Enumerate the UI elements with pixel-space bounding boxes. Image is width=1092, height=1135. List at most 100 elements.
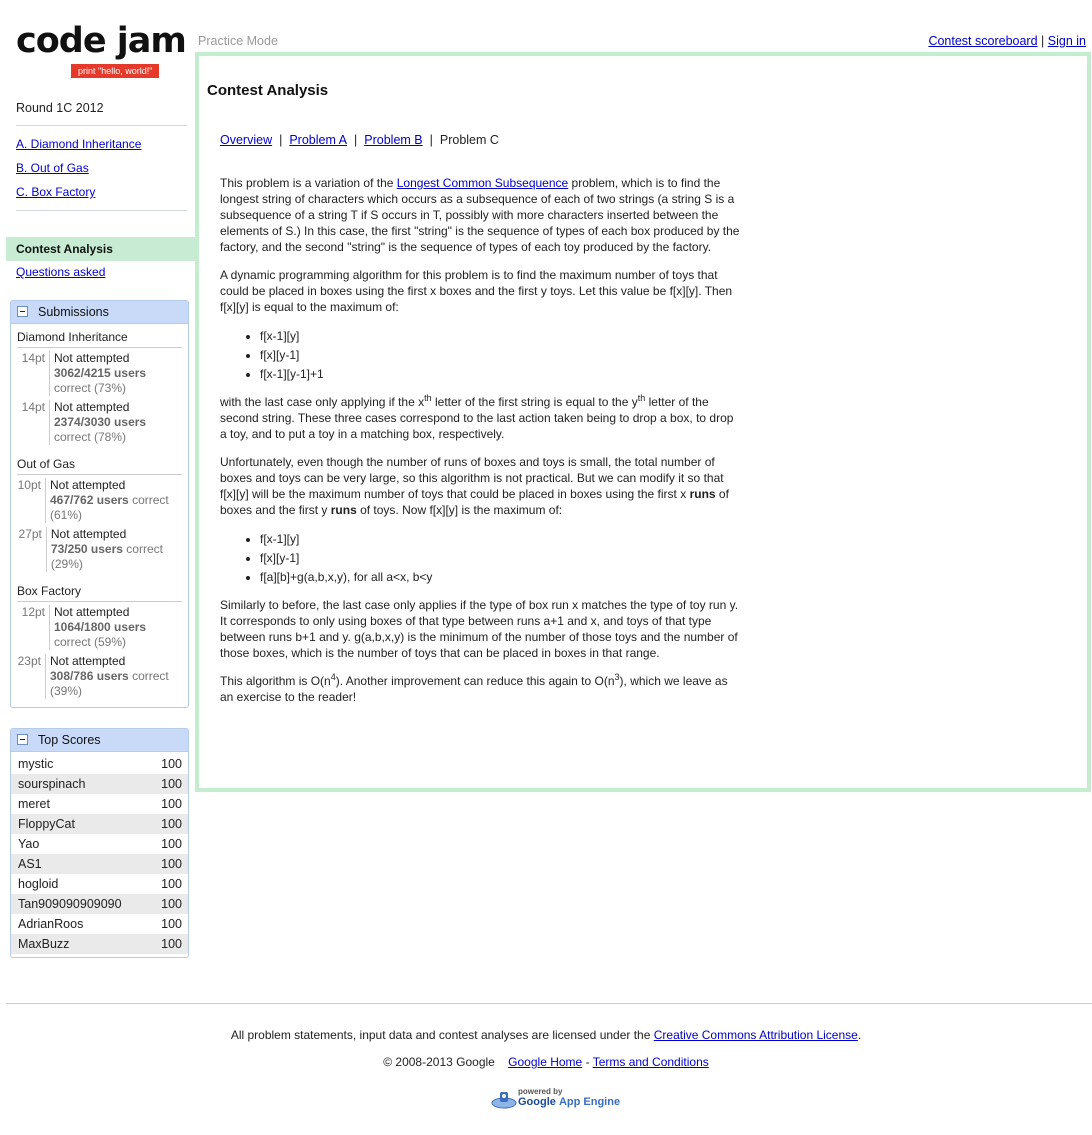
list-item: f[x][y-1] xyxy=(260,346,742,365)
score-row: AS1 100 xyxy=(11,854,188,874)
contestant-name: FloppyCat xyxy=(18,817,75,831)
users-count: 467/762 users xyxy=(49,493,129,507)
footer-divider xyxy=(6,1003,1092,1004)
score: 100 xyxy=(161,917,182,931)
copyright: © 2008-2013 Google xyxy=(383,1055,495,1069)
correct-percent: correct (78%) xyxy=(54,430,127,444)
list-item: f[x-1][y-1]+1 xyxy=(260,365,742,384)
divider xyxy=(16,125,187,126)
collapse-icon[interactable] xyxy=(17,734,28,746)
google-word: Google xyxy=(518,1096,556,1108)
score-row: Tan909090909090 100 xyxy=(11,894,188,914)
score: 100 xyxy=(161,897,182,911)
period: . xyxy=(857,1028,862,1042)
text: This problem is a variation of the xyxy=(220,176,397,190)
dash: - xyxy=(585,1055,590,1069)
main-panel: Contest Analysis Overview | Problem A | Prob… xyxy=(195,52,1091,792)
contestant-name: Tan909090909090 xyxy=(18,897,122,911)
problem-a-link[interactable]: A. Diamond Inheritance xyxy=(6,132,195,156)
tab-overview[interactable]: Overview xyxy=(220,133,272,147)
license-notice: All problem statements, input data and c… xyxy=(0,1028,1092,1042)
submission-row: 14pt Not attempted 3062/4215 users correct… xyxy=(17,351,182,396)
score: 100 xyxy=(161,837,182,851)
page-title: Contest Analysis xyxy=(207,82,329,99)
correct-percent: correct (59%) xyxy=(54,635,127,649)
divider xyxy=(16,210,187,211)
points: 10pt xyxy=(17,478,46,523)
questions-asked-link[interactable]: Questions asked xyxy=(6,261,195,284)
bold-text: runs xyxy=(689,487,716,501)
score: 100 xyxy=(161,937,182,951)
text: with the last case only applying if the … xyxy=(220,395,425,409)
score: 100 xyxy=(161,877,182,891)
submission-row: 10pt Not attempted 467/762 users correct … xyxy=(17,478,182,523)
contestant-name: MaxBuzz xyxy=(18,937,70,951)
submission-row: 27pt Not attempted 73/250 users correct (… xyxy=(17,527,182,572)
score: 100 xyxy=(161,857,182,871)
score: 100 xyxy=(161,777,182,791)
score-row: mystic 100 xyxy=(11,754,188,774)
submission-status: Not attempted xyxy=(49,478,126,492)
powered-by-text: powered by xyxy=(518,1087,563,1096)
top-scores-header[interactable]: Top Scores xyxy=(11,729,188,752)
users-count: 308/786 users xyxy=(49,669,129,683)
top-scores-title: Top Scores xyxy=(38,733,101,747)
tab-separator: | xyxy=(429,133,433,147)
app-engine-word: App Engine xyxy=(558,1096,621,1108)
score-row: AdrianRoos 100 xyxy=(11,914,188,934)
submission-status: Not attempted xyxy=(49,654,126,668)
submission-row: 23pt Not attempted 308/786 users correct … xyxy=(17,654,182,699)
logo-tagline: print "hello, world!" xyxy=(71,64,160,78)
contestant-name: AdrianRoos xyxy=(18,917,84,931)
tab-separator: | xyxy=(354,133,358,147)
bold-text: runs xyxy=(330,503,357,517)
top-links: Contest scoreboard | Sign in xyxy=(928,34,1086,48)
users-count: 73/250 users xyxy=(50,542,123,556)
score: 100 xyxy=(161,797,182,811)
problem-c-link[interactable]: C. Box Factory xyxy=(6,180,195,204)
contest-scoreboard-link[interactable]: Contest scoreboard xyxy=(928,34,1037,48)
tab-problem-a[interactable]: Problem A xyxy=(289,133,347,147)
points: 12pt xyxy=(17,605,50,650)
submission-group-name: Diamond Inheritance xyxy=(17,328,182,348)
list-item: f[x-1][y] xyxy=(260,530,742,549)
submission-status: Not attempted xyxy=(54,400,130,414)
paragraph: Similarly to before, the last case only … xyxy=(220,598,739,660)
round-title: Round 1C 2012 xyxy=(16,101,104,115)
users-count: 3062/4215 users xyxy=(54,366,147,380)
code-jam-logo[interactable]: code jam print "hello, world!" xyxy=(16,22,187,80)
list-item: f[x][y-1] xyxy=(260,549,742,568)
terms-link[interactable]: Terms and Conditions xyxy=(593,1055,709,1069)
recurrence-list: f[x-1][y] f[x][y-1] f[x-1][y-1]+1 xyxy=(220,327,742,384)
submission-status: Not attempted xyxy=(54,605,130,619)
paragraph: This problem is a variation of the Longe… xyxy=(220,175,742,255)
paragraph: A dynamic programming algorithm for this… xyxy=(220,268,733,314)
text: letter of the first string is equal to t… xyxy=(431,395,638,409)
text: of toys. Now f[x][y] is the maximum of: xyxy=(356,503,563,517)
contestant-name: Yao xyxy=(18,837,40,851)
app-engine-badge[interactable]: powered by Google App Engine xyxy=(490,1087,620,1111)
sign-in-link[interactable]: Sign in xyxy=(1048,34,1086,48)
score-row: hogloid 100 xyxy=(11,874,188,894)
lcs-link[interactable]: Longest Common Subsequence xyxy=(397,176,568,190)
practice-mode-label: Practice Mode xyxy=(198,34,278,48)
tab-problem-c: Problem C xyxy=(439,133,499,147)
submission-group-name: Out of Gas xyxy=(17,455,182,475)
tab-problem-b[interactable]: Problem B xyxy=(364,133,422,147)
paragraph: with the last case only applying if the … xyxy=(220,394,742,442)
score-row: Yao 100 xyxy=(11,834,188,854)
link-separator: | xyxy=(1041,34,1045,48)
contestant-name: sourspinach xyxy=(18,777,86,791)
score-row: sourspinach 100 xyxy=(11,774,188,794)
collapse-icon[interactable] xyxy=(17,306,28,318)
problem-b-link[interactable]: B. Out of Gas xyxy=(6,156,195,180)
google-home-link[interactable]: Google Home xyxy=(508,1055,582,1069)
app-engine-name: Google App Engine xyxy=(518,1096,620,1108)
recurrence-list: f[x-1][y] f[x][y-1] f[a][b]+g(a,b,x,y), … xyxy=(220,530,742,587)
submissions-header[interactable]: Submissions xyxy=(11,301,188,324)
submissions-panel: Submissions Diamond Inheritance 14pt Not… xyxy=(10,300,189,708)
points: 27pt xyxy=(17,527,47,572)
cc-license-link[interactable]: Creative Commons Attribution License xyxy=(654,1028,858,1042)
contest-analysis-nav[interactable]: Contest Analysis xyxy=(6,237,195,261)
contestant-name: hogloid xyxy=(18,877,59,891)
